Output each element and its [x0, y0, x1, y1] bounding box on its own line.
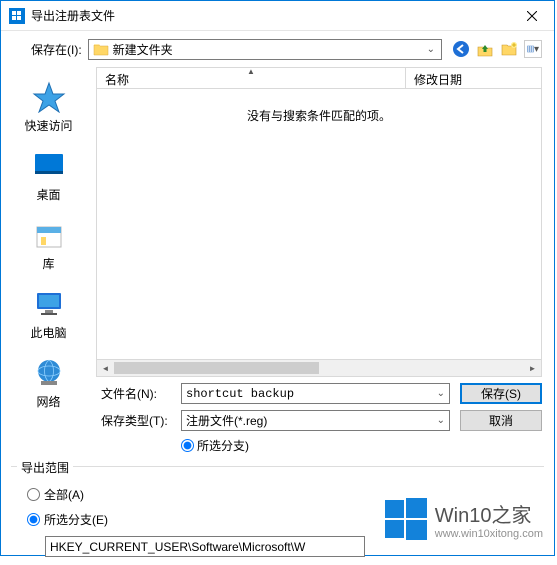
window-title: 导出注册表文件 — [31, 7, 509, 24]
save-button[interactable]: 保存(S) — [460, 383, 542, 404]
dialog-window: 导出注册表文件 保存在(I): 新建文件夹 ⌄ ▾ — [0, 0, 555, 556]
titlebar: 导出注册表文件 — [1, 1, 554, 31]
sidebar-label: 桌面 — [36, 186, 60, 203]
chevron-down-icon: ⌄ — [421, 44, 441, 55]
scroll-left-button[interactable]: ◄ — [97, 360, 114, 376]
filename-input[interactable]: shortcut backup ⌄ — [181, 383, 450, 404]
view-menu-button[interactable]: ▾ — [524, 40, 542, 58]
export-selected-input[interactable] — [27, 513, 40, 526]
chevron-down-icon: ▾ — [534, 44, 539, 55]
location-dropdown[interactable]: 新建文件夹 ⌄ — [88, 39, 442, 60]
chevron-down-icon: ⌄ — [437, 415, 445, 426]
filetype-label: 保存类型(T): — [101, 412, 181, 429]
filename-value: shortcut backup — [186, 387, 294, 401]
save-in-label: 保存在(I): — [31, 41, 82, 58]
sidebar-label: 库 — [42, 255, 54, 272]
this-pc-icon — [31, 288, 67, 320]
empty-message: 没有与搜索条件匹配的项。 — [247, 107, 391, 124]
sidebar-item-quickaccess[interactable]: 快速访问 — [1, 75, 96, 144]
selected-branch-inline-radio[interactable]: 所选分支) — [181, 437, 249, 454]
sidebar-item-thispc[interactable]: 此电脑 — [1, 282, 96, 351]
export-all-input[interactable] — [27, 488, 40, 501]
folder-icon — [93, 42, 109, 56]
body: 快速访问 桌面 库 此电脑 — [1, 67, 554, 377]
desktop-icon — [31, 150, 67, 182]
file-list[interactable]: 没有与搜索条件匹配的项。 — [96, 89, 542, 360]
file-list-area: 名称 ▲ 修改日期 没有与搜索条件匹配的项。 ◄ ► — [96, 67, 542, 377]
export-selected-label: 所选分支(E) — [44, 511, 108, 528]
new-folder-button[interactable] — [500, 40, 518, 58]
export-all-radio[interactable]: 全部(A) — [27, 486, 538, 503]
places-sidebar: 快速访问 桌面 库 此电脑 — [1, 67, 96, 377]
selected-branch-inline-label: 所选分支) — [197, 437, 249, 454]
sidebar-item-libraries[interactable]: 库 — [1, 213, 96, 282]
column-date[interactable]: 修改日期 — [406, 68, 541, 88]
export-selected-radio[interactable]: 所选分支(E) — [27, 511, 538, 528]
export-path-input[interactable] — [45, 536, 365, 557]
network-icon — [31, 357, 67, 389]
export-all-label: 全部(A) — [44, 486, 84, 503]
close-button[interactable] — [509, 1, 554, 31]
filetype-value: 注册文件(*.reg) — [186, 412, 267, 429]
scroll-right-button[interactable]: ► — [524, 360, 541, 376]
location-text: 新建文件夹 — [113, 41, 421, 58]
column-headers: 名称 ▲ 修改日期 — [96, 67, 542, 89]
toolbar: 保存在(I): 新建文件夹 ⌄ ▾ — [1, 31, 554, 67]
chevron-down-icon: ⌄ — [437, 388, 445, 400]
filename-label: 文件名(N): — [101, 385, 181, 402]
quick-access-icon — [31, 81, 67, 113]
up-button[interactable] — [476, 40, 494, 58]
nav-buttons: ▾ — [452, 40, 542, 58]
horizontal-scrollbar[interactable]: ◄ ► — [96, 360, 542, 377]
sidebar-label: 快速访问 — [24, 117, 72, 134]
export-range-legend: 导出范围 — [17, 459, 73, 476]
column-date-text: 修改日期 — [414, 73, 462, 87]
sidebar-item-network[interactable]: 网络 — [1, 351, 96, 420]
libraries-icon — [31, 219, 67, 251]
sidebar-label: 此电脑 — [30, 324, 66, 341]
back-button[interactable] — [452, 40, 470, 58]
selected-branch-inline-input[interactable] — [181, 439, 194, 452]
scroll-thumb[interactable] — [114, 362, 319, 374]
filetype-select[interactable]: 注册文件(*.reg) ⌄ — [181, 410, 450, 431]
cancel-button[interactable]: 取消 — [460, 410, 542, 431]
scroll-track[interactable] — [114, 360, 524, 376]
sidebar-label: 网络 — [36, 393, 60, 410]
column-name[interactable]: 名称 ▲ — [97, 68, 406, 88]
sidebar-item-desktop[interactable]: 桌面 — [1, 144, 96, 213]
column-name-text: 名称 — [105, 73, 129, 87]
export-range-group: 导出范围 全部(A) 所选分支(E) — [11, 466, 544, 565]
sort-ascending-icon: ▲ — [247, 67, 255, 76]
regedit-icon — [9, 8, 25, 24]
